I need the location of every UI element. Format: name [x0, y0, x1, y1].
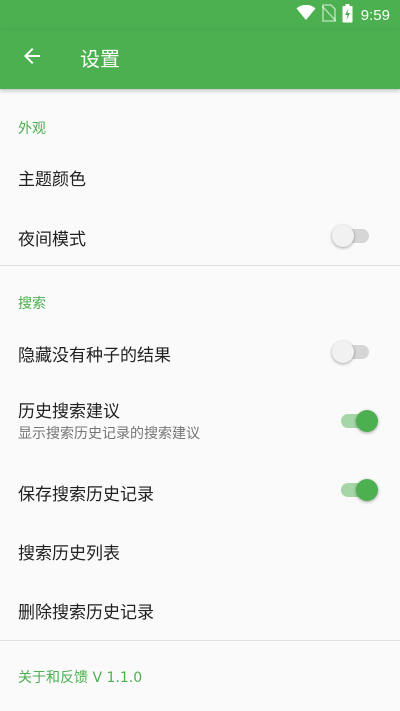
pref-theme-color[interactable]: 主题颜色 [0, 147, 400, 207]
pref-title: 搜索历史列表 [18, 544, 120, 564]
settings-list: 外观 主题颜色 夜间模式 搜索 隐藏没有种子的结果 历史搜索建议 显示搜索历史记… [0, 89, 400, 711]
arrow-back-icon [22, 46, 42, 70]
back-button[interactable] [12, 38, 52, 78]
pref-title: 隐藏没有种子的结果 [18, 346, 171, 366]
pref-history-list[interactable]: 搜索历史列表 [0, 522, 400, 580]
page-title: 设置 [80, 47, 120, 71]
pref-hide-no-seed[interactable]: 隐藏没有种子的结果 [0, 322, 400, 382]
section-header-search: 搜索 [18, 296, 46, 312]
switch-thumb [356, 410, 378, 432]
pref-title: 保存搜索历史记录 [18, 485, 154, 505]
pref-history-suggestions[interactable]: 历史搜索建议 显示搜索历史记录的搜索建议 [0, 382, 400, 458]
switch-thumb [332, 225, 354, 247]
status-bar: 9:59 [0, 0, 400, 30]
status-time: 9:59 [360, 6, 390, 24]
battery-charging-icon [342, 3, 353, 27]
switch-thumb [332, 341, 354, 363]
pref-save-history[interactable]: 保存搜索历史记录 [0, 458, 400, 522]
pref-about-feedback[interactable]: 关于和反馈 V 1.1.0 [0, 641, 400, 707]
switch-thumb [356, 479, 378, 501]
pref-title: 历史搜索建议 [18, 402, 120, 422]
night-mode-switch[interactable] [332, 223, 372, 249]
save-history-switch[interactable] [338, 477, 378, 503]
pref-summary: 显示搜索历史记录的搜索建议 [18, 426, 200, 442]
pref-title: 夜间模式 [18, 230, 86, 250]
hide-no-seed-switch[interactable] [332, 339, 372, 365]
status-icons: 9:59 [296, 3, 390, 27]
pref-night-mode[interactable]: 夜间模式 [0, 207, 400, 265]
wifi-icon [296, 4, 316, 25]
app-bar: 设置 [0, 30, 400, 89]
pref-title: 主题颜色 [18, 170, 86, 190]
section-header-appearance: 外观 [18, 121, 46, 137]
pref-title: 删除搜索历史记录 [18, 603, 154, 623]
no-sim-icon [321, 4, 337, 26]
section-divider [0, 265, 400, 266]
history-suggestions-switch[interactable] [338, 408, 378, 434]
pref-delete-history[interactable]: 删除搜索历史记录 [0, 580, 400, 640]
section-header-about: 关于和反馈 V 1.1.0 [18, 670, 143, 686]
